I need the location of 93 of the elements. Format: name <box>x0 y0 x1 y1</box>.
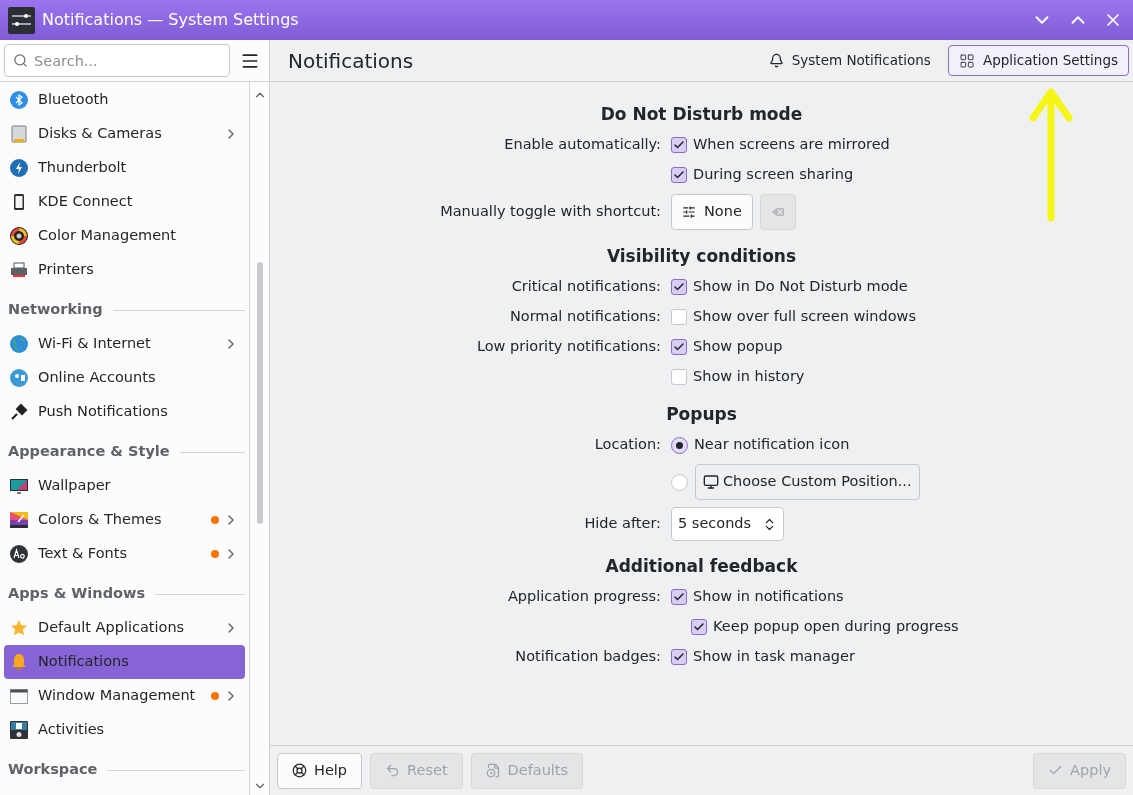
field-label: Normal notifications: <box>509 307 661 327</box>
check-icon <box>673 169 685 181</box>
checkbox[interactable] <box>671 279 687 295</box>
checkbox[interactable] <box>671 589 687 605</box>
sidebar-item[interactable]: Disks & Cameras <box>4 117 245 151</box>
field-label: Application progress: <box>507 587 661 607</box>
checkbox[interactable] <box>671 167 687 183</box>
star-icon <box>10 619 28 637</box>
search-icon <box>13 53 28 68</box>
printer-icon <box>10 261 28 279</box>
sidebar-item[interactable]: KDE Connect <box>4 185 245 219</box>
footer-button[interactable]: Help <box>277 752 363 789</box>
palette-icon <box>10 511 28 529</box>
checkbox-label: Show in history <box>693 367 805 387</box>
search-field[interactable]: Search... <box>4 44 230 77</box>
check-icon <box>673 281 685 293</box>
sidebar-item[interactable]: Text & Fonts <box>4 537 245 571</box>
monitor-icon <box>10 477 28 495</box>
check-icon <box>673 591 685 603</box>
field-label: Manually toggle with shortcut: <box>440 202 661 222</box>
radio-button[interactable] <box>671 436 688 454</box>
checkbox[interactable] <box>671 369 687 385</box>
section-heading: Networking <box>8 300 103 320</box>
section-title: Popups <box>666 403 737 427</box>
checkbox[interactable] <box>671 649 687 665</box>
sidebar-item[interactable]: Default Applications <box>4 611 245 645</box>
header-tab[interactable]: Application Settings <box>947 45 1129 76</box>
check-icon <box>693 621 705 633</box>
field-label: Notification badges: <box>515 647 661 667</box>
font-icon <box>10 545 28 563</box>
checkbox-label: Show in task manager <box>693 647 855 667</box>
header-tab[interactable]: System Notifications <box>757 45 942 76</box>
checkbox-label: Show over full screen windows <box>693 307 916 327</box>
globe-person-icon <box>10 369 28 387</box>
sidebar-item[interactable]: Wallpaper <box>4 469 245 503</box>
checkbox[interactable] <box>691 619 707 635</box>
sidebar-item[interactable]: Bluetooth <box>4 83 245 117</box>
lightning-icon <box>10 159 28 177</box>
field-label: Low priority notifications: <box>476 337 661 357</box>
section-heading: Apps & Windows <box>8 584 145 604</box>
bell-icon <box>768 53 784 68</box>
section-heading: Appearance & Style <box>8 442 170 462</box>
page-title: Notifications <box>288 47 414 75</box>
radio-button[interactable] <box>671 473 688 491</box>
sidebar-item[interactable]: Printers <box>4 253 245 287</box>
plug-icon <box>10 403 28 421</box>
reset-icon <box>385 763 401 778</box>
section-heading: Workspace <box>8 760 98 780</box>
checkbox-label: During screen sharing <box>693 165 854 185</box>
spin-box[interactable]: 5 seconds <box>671 507 784 541</box>
sliders-icon <box>682 205 696 219</box>
check-icon <box>673 651 685 663</box>
globe-icon <box>10 335 28 353</box>
checkbox-label: Show in notifications <box>693 587 844 607</box>
checkbox-label: Show in Do Not Disturb mode <box>693 277 908 297</box>
section-title: Do Not Disturb mode <box>600 103 803 127</box>
field-label: Enable automatically: <box>504 135 661 155</box>
sidebar-item[interactable]: Color Management <box>4 219 245 253</box>
field-label: Hide after: <box>584 514 661 534</box>
bluetooth-icon <box>10 91 28 109</box>
field-label: Critical notifications: <box>511 277 661 297</box>
checkbox-label: Keep popup open during progress <box>713 617 959 637</box>
bell-icon <box>10 653 28 671</box>
grid-icon <box>958 52 975 69</box>
section-title: Additional feedback <box>605 555 798 579</box>
check-icon <box>673 341 685 353</box>
sidebar-item[interactable]: Online Accounts <box>4 361 245 395</box>
defaults-icon <box>485 763 501 778</box>
sidebar-item[interactable]: Activities <box>4 713 245 747</box>
checkbox[interactable] <box>671 137 687 153</box>
sidebar-item[interactable]: Wi-Fi & Internet <box>4 327 245 361</box>
sidebar-item[interactable]: Push Notifications <box>4 395 245 429</box>
check-icon <box>673 139 685 151</box>
window-icon <box>10 687 28 705</box>
sidebar-item[interactable]: Colors & Themes <box>4 503 245 537</box>
monitor-icon <box>703 474 719 490</box>
activities-icon <box>10 721 28 739</box>
checkbox-label: Show popup <box>693 337 783 357</box>
window-title: Notifications — System Settings <box>42 9 299 31</box>
sidebar-item[interactable]: Window Management <box>4 679 245 713</box>
sidebar-item[interactable]: Notifications <box>4 645 245 679</box>
sidebar-item[interactable]: Thunderbolt <box>4 151 245 185</box>
checkbox[interactable] <box>671 309 687 325</box>
shortcut-button[interactable]: None <box>671 194 753 230</box>
help-icon <box>292 763 307 778</box>
section-title: Visibility conditions <box>606 245 797 269</box>
field-label: Location: <box>594 435 661 455</box>
checkbox-label: When screens are mirrored <box>693 135 890 155</box>
radio-label: Near notification icon <box>694 435 850 455</box>
color-wheel-icon <box>10 227 28 245</box>
app-icon <box>8 6 35 34</box>
choose-position-button[interactable]: Choose Custom Position... <box>695 464 920 500</box>
checkbox[interactable] <box>671 339 687 355</box>
